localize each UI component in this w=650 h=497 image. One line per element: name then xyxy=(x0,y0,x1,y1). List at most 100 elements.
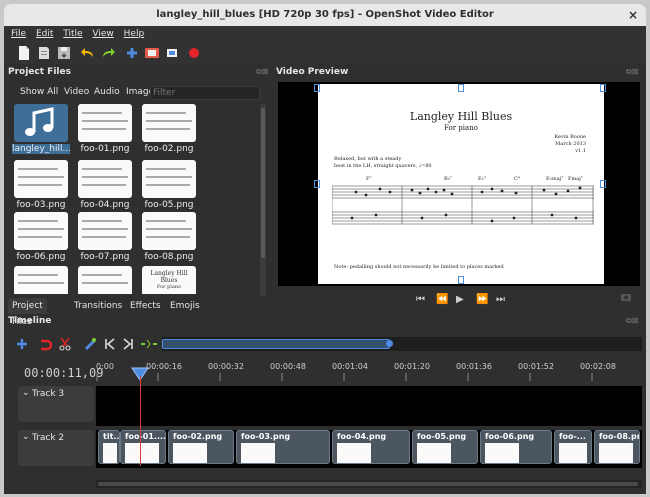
clip[interactable]: foo-05.png xyxy=(412,430,478,464)
menu-help[interactable]: Help xyxy=(124,26,145,42)
timeline-ruler[interactable]: 0:00 00:00:16 00:00:32 00:00:48 00:01:04… xyxy=(96,356,646,384)
tab-project-files[interactable]: Project Files xyxy=(8,298,47,327)
clip[interactable]: foo-03.png xyxy=(236,430,330,464)
previous-marker-icon[interactable] xyxy=(104,338,116,350)
rewind-button[interactable]: ⏪ xyxy=(436,294,448,305)
add-track-icon[interactable] xyxy=(16,338,28,350)
razor-icon[interactable] xyxy=(58,337,72,351)
timeline-zoom-slider[interactable] xyxy=(162,337,642,351)
track-name: Track 3 xyxy=(32,389,65,399)
clip[interactable]: foo-08.pn xyxy=(594,430,640,464)
add-marker-icon[interactable] xyxy=(82,336,98,352)
zoom-slider-knob[interactable] xyxy=(386,340,393,347)
file-item[interactable]: foo-04.png xyxy=(76,160,134,212)
tab-transitions[interactable]: Transitions xyxy=(70,298,126,314)
filter-video[interactable]: Video xyxy=(64,87,89,97)
ruler-label: 00:01:04 xyxy=(332,362,368,371)
clip-label: foo-08.pn xyxy=(599,432,640,441)
clip[interactable]: foo-06.png xyxy=(480,430,552,464)
center-playhead-icon[interactable] xyxy=(140,338,158,350)
music-staff xyxy=(332,185,594,225)
tab-effects[interactable]: Effects xyxy=(126,298,165,314)
open-project-icon[interactable] xyxy=(36,45,52,61)
ruler-label: 00:02:08 xyxy=(580,362,616,371)
camera-icon[interactable] xyxy=(620,292,632,302)
redo-icon[interactable] xyxy=(100,45,116,61)
image-thumbnail xyxy=(78,266,132,294)
import-files-icon[interactable] xyxy=(124,45,140,61)
choose-profile-icon[interactable] xyxy=(144,45,160,61)
clip[interactable]: foo-04.png xyxy=(332,430,410,464)
track-collapse-icon[interactable]: ⌄ xyxy=(22,432,30,442)
playhead-line[interactable] xyxy=(140,376,141,466)
close-icon[interactable]: × xyxy=(628,4,638,26)
menu-view[interactable]: View xyxy=(92,26,113,42)
track-header[interactable]: ⌄ Track 3 xyxy=(18,386,94,422)
file-item[interactable]: foo-06.png xyxy=(12,212,70,264)
zoom-slider-handle[interactable] xyxy=(162,339,390,349)
file-item[interactable] xyxy=(12,266,70,294)
undo-icon[interactable] xyxy=(80,45,96,61)
filter-show-all[interactable]: Show All xyxy=(20,87,58,97)
clip-label: foo-04.png xyxy=(337,432,387,441)
transform-handle[interactable] xyxy=(458,84,464,92)
files-scrollbar[interactable] xyxy=(260,104,266,296)
next-marker-icon[interactable] xyxy=(122,338,134,350)
tab-emojis[interactable]: Emojis xyxy=(166,298,204,314)
track-area[interactable]: tit... foo-01.... foo-02.png foo-03.png … xyxy=(96,430,642,468)
new-project-icon[interactable] xyxy=(16,45,32,61)
file-item[interactable]: Langley Hill Blues For piano xyxy=(140,266,198,294)
sheet-music-frame: Langley Hill Blues For piano Kevin Boone… xyxy=(318,84,604,284)
snap-icon[interactable] xyxy=(38,338,52,352)
thumb-title: Langley Hill Blues xyxy=(150,270,188,284)
audio-file-icon xyxy=(14,104,68,142)
ruler-label: 00:01:52 xyxy=(518,362,554,371)
file-item[interactable]: foo-03.png xyxy=(12,160,70,212)
track-collapse-icon[interactable]: ⌄ xyxy=(22,388,30,398)
transform-handle[interactable] xyxy=(314,180,320,188)
dock-controls-icon[interactable]: ⧉⊠ xyxy=(626,67,638,77)
scrollbar-thumb[interactable] xyxy=(98,482,638,486)
file-item[interactable]: foo-05.png xyxy=(140,160,198,212)
transform-handle[interactable] xyxy=(458,276,464,284)
ruler-label: 00:01:20 xyxy=(394,362,430,371)
file-item[interactable]: foo-07.png xyxy=(76,212,134,264)
clip[interactable]: tit... xyxy=(98,430,120,464)
clip-thumbnail xyxy=(125,443,159,463)
video-preview[interactable]: Langley Hill Blues For piano Kevin Boone… xyxy=(278,82,640,286)
dock-controls-icon[interactable]: ⧉⊠ xyxy=(626,316,638,326)
image-thumbnail xyxy=(142,160,196,198)
menu-edit[interactable]: Edit xyxy=(36,26,53,42)
jump-start-button[interactable]: ⏮ xyxy=(416,294,425,305)
track-header[interactable]: ⌄ Track 2 xyxy=(18,430,94,466)
sheet-composer-block: Kevin Boone March 2013 v1.1 xyxy=(554,134,586,155)
ruler-label: 00:00:16 xyxy=(146,362,182,371)
file-item[interactable]: foo-01.png xyxy=(76,104,134,156)
dock-controls-icon[interactable]: ⧉⊠ xyxy=(256,67,268,77)
file-item[interactable]: foo-02.png xyxy=(140,104,198,156)
export-video-icon[interactable] xyxy=(186,45,202,61)
filter-input[interactable]: Filter xyxy=(150,86,260,100)
file-item[interactable] xyxy=(76,266,134,294)
play-button[interactable]: ▶ xyxy=(456,294,464,305)
clip[interactable]: foo-... xyxy=(554,430,592,464)
menu-title[interactable]: Title xyxy=(63,26,82,42)
jump-end-button[interactable]: ⏭ xyxy=(496,294,505,305)
transform-handle[interactable] xyxy=(600,180,606,188)
fast-forward-button[interactable]: ⏩ xyxy=(476,294,488,305)
clip[interactable]: foo-01.... xyxy=(120,430,166,464)
clip[interactable]: foo-02.png xyxy=(168,430,234,464)
file-item[interactable]: langley_hill... xyxy=(12,104,70,156)
clip-label: tit... xyxy=(103,432,120,441)
save-project-icon[interactable] xyxy=(56,45,72,61)
fullscreen-icon[interactable] xyxy=(164,45,180,61)
filter-audio[interactable]: Audio xyxy=(94,87,120,97)
file-item[interactable]: foo-08.png xyxy=(140,212,198,264)
sheet-title: Langley Hill Blues xyxy=(409,110,513,123)
file-name: foo-08.png xyxy=(144,252,194,262)
track-area[interactable] xyxy=(96,386,642,426)
timeline-horizontal-scrollbar[interactable] xyxy=(96,480,642,488)
transform-handle[interactable] xyxy=(314,84,320,92)
menu-file[interactable]: File xyxy=(11,26,26,42)
transform-handle[interactable] xyxy=(600,84,606,92)
